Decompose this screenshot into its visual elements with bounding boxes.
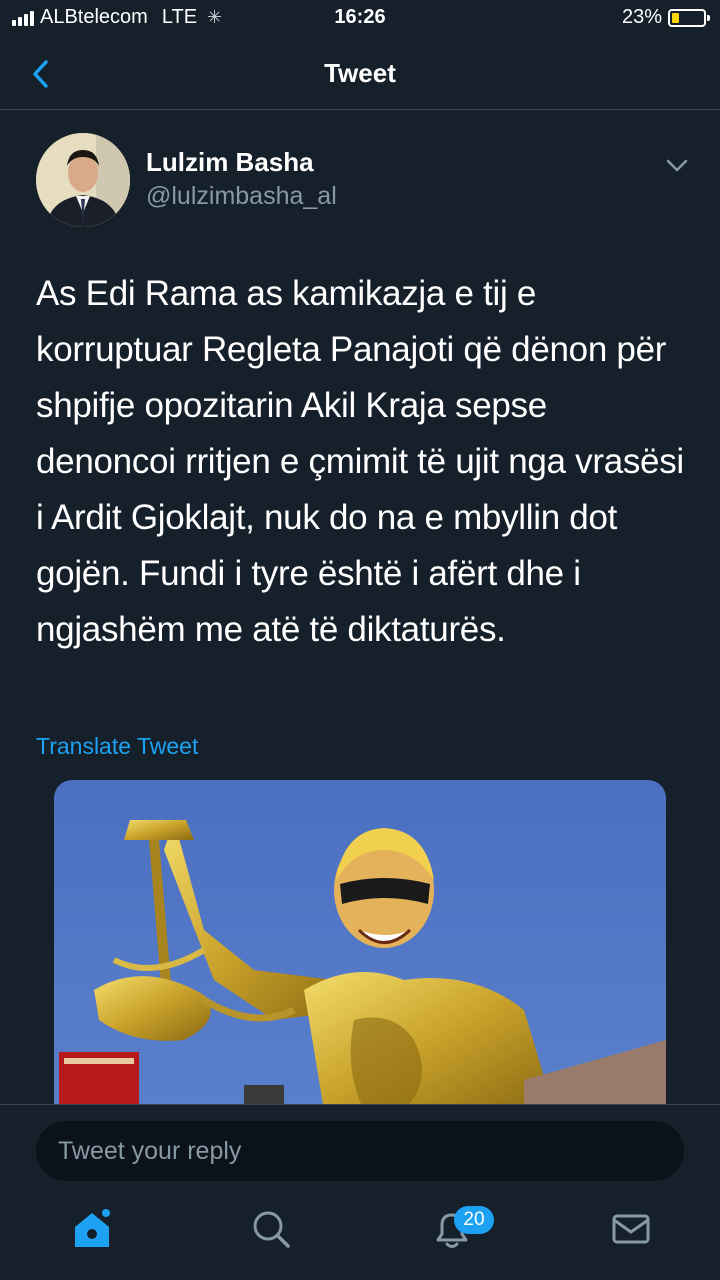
status-bar: ALBtelecom LTE ✳ 16:26 23%	[0, 0, 720, 40]
tab-home[interactable]	[70, 1207, 114, 1251]
page-title: Tweet	[324, 58, 396, 88]
messages-icon	[612, 1214, 650, 1244]
avatar-image	[36, 133, 130, 227]
tweet-text: As Edi Rama as kamikazja e tij e korrupt…	[36, 274, 684, 649]
tweet-media-image[interactable]	[54, 780, 666, 1110]
more-options-button[interactable]	[664, 154, 690, 176]
status-right: 23%	[621, 6, 710, 29]
search-icon	[253, 1211, 290, 1248]
battery-icon	[668, 8, 710, 27]
avatar[interactable]	[36, 133, 130, 227]
home-icon	[75, 1209, 110, 1247]
statue-image	[54, 780, 666, 1110]
notifications-badge: 20	[454, 1206, 494, 1234]
author-handle[interactable]: @lulzimbasha_al	[146, 182, 337, 211]
tab-search[interactable]	[249, 1207, 293, 1251]
battery-percent: 23%	[621, 6, 662, 28]
nav-bar: Tweet	[0, 40, 720, 110]
reply-input[interactable]: Tweet your reply	[36, 1121, 684, 1181]
translate-tweet-link[interactable]: Translate Tweet	[36, 733, 198, 760]
author-name[interactable]: Lulzim Basha	[146, 147, 314, 178]
reply-area: Tweet your reply	[0, 1104, 720, 1280]
battery-fill	[672, 12, 679, 23]
tab-messages[interactable]	[609, 1207, 653, 1251]
status-time: 16:26	[334, 6, 386, 28]
chevron-down-icon	[666, 159, 688, 172]
